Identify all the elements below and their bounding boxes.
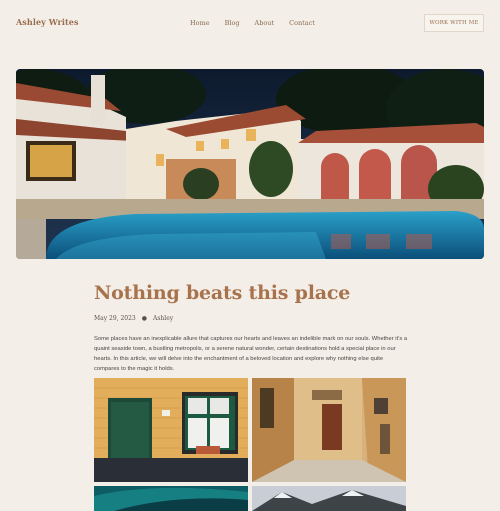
nav-about[interactable]: About — [255, 19, 275, 27]
post-author[interactable]: Ashley — [153, 315, 173, 322]
hero-image — [16, 69, 484, 259]
gallery-image-aurora — [94, 486, 248, 511]
meta-separator-dot: ● — [141, 315, 147, 322]
post-date: May 29, 2023 — [94, 315, 136, 322]
nav-contact[interactable]: Contact — [289, 19, 315, 27]
gallery-image-green-door — [94, 378, 248, 482]
work-with-me-button[interactable]: WORK WITH ME — [424, 14, 484, 32]
post-intro: Some places have an inexplicable allure … — [94, 336, 408, 372]
site-title[interactable]: Ashley Writes — [16, 17, 79, 27]
site-header: Ashley Writes Home Blog About Contact WO… — [0, 0, 500, 46]
nav-home[interactable]: Home — [190, 19, 210, 27]
post-meta: May 29, 2023 ● Ashley — [94, 315, 173, 322]
main-nav: Home Blog About Contact — [190, 19, 330, 27]
gallery-image-mountains — [252, 486, 406, 511]
nav-blog[interactable]: Blog — [225, 19, 240, 27]
post-title: Nothing beats this place — [94, 282, 351, 304]
gallery-image-street — [252, 378, 406, 482]
